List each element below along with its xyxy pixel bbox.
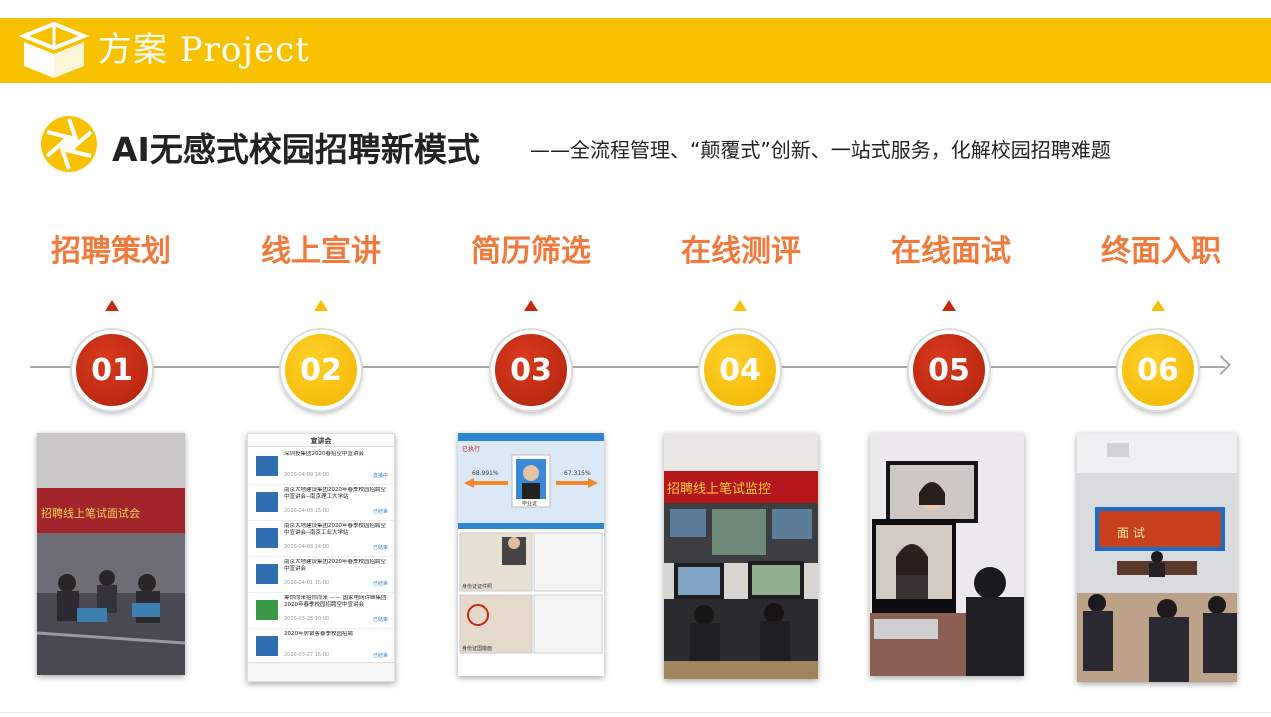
- bottom-divider: [0, 712, 1271, 713]
- photo-online-interview: [870, 433, 1024, 676]
- photo-label: 毕业证: [522, 500, 537, 507]
- presentation-date: 2020-03-27 15:00: [284, 652, 330, 658]
- company-logo-icon: [256, 636, 278, 656]
- presentation-status: 已结束: [372, 545, 388, 551]
- step-pointer-2: [314, 300, 328, 311]
- step-label-6: 终面入职: [1101, 234, 1221, 269]
- company-logo-icon: [256, 528, 278, 548]
- id-back-label: 身份证国徽面: [462, 645, 492, 652]
- step-pointer-1: [105, 300, 119, 311]
- top-strip: [0, 0, 1271, 18]
- step-label-3: 简历筛选: [471, 234, 591, 269]
- id-front-label: 身份证证件照: [462, 583, 492, 590]
- header-title: 方案 Project: [98, 30, 310, 70]
- step-pointer-5: [942, 300, 956, 311]
- photo4-banner-text: 招聘线上笔试监控: [667, 481, 771, 497]
- presentation-date: 2020-04-03 15:00: [284, 508, 330, 514]
- phone-screen-title: 宣讲会: [310, 437, 332, 445]
- box-logo-icon: [18, 22, 90, 78]
- step-label-4: 在线测评: [681, 234, 801, 269]
- presentation-title: 南京大地建设集团2020年春季校园招聘空中宣讲会: [284, 559, 386, 572]
- step-number-2: 02: [281, 330, 361, 410]
- presentation-title: 深圳投集团2020春招空中宣讲会: [284, 451, 364, 457]
- presentation-status: 已结束: [372, 653, 388, 659]
- step-number-6: 06: [1118, 330, 1198, 410]
- presentation-title: 南京大地建设集团2020年春季校园招聘空中宣讲会--南京理工大学站: [284, 487, 386, 500]
- presentation-item[interactable]: 南京大地建设集团2020年春季校园招聘空中宣讲会 2020-04-01 15:00…: [248, 556, 394, 593]
- phone-tab-bar: [248, 662, 394, 681]
- company-logo-icon: [256, 600, 278, 620]
- presentation-title: 2020年房银客春季校园招聘: [284, 631, 353, 637]
- step-label-5: 在线面试: [891, 234, 1011, 269]
- presentation-status: 已结束: [372, 617, 388, 623]
- step-pointer-4: [733, 300, 747, 311]
- presentation-item[interactable]: 筹你而来招你而来 —— 国家电网许继集团2020年春季校园招聘空中宣讲会 2020…: [248, 592, 394, 629]
- presentation-date: 2020-04-01 15:00: [284, 580, 330, 586]
- presentation-title: 南京大地建设集团2020年春季校园招聘空中宣讲会--南京工业大学站: [284, 523, 386, 536]
- step-number-4: 04: [700, 330, 780, 410]
- photo-online-assessment: 招聘线上笔试监控: [664, 433, 818, 679]
- presentation-date: 2020-03-28 10:00: [284, 616, 330, 622]
- presentation-status: 已结束: [372, 581, 388, 587]
- match-left-pct: 68.991%: [472, 470, 499, 477]
- company-logo-icon: [256, 456, 278, 476]
- step-label-1: 招聘策划: [51, 234, 171, 269]
- presentation-status: 已结束: [372, 509, 388, 515]
- company-logo-icon: [256, 564, 278, 584]
- presentation-item[interactable]: 南京大地建设集团2020年春季校园招聘空中宣讲会--南京理工大学站 2020-04…: [248, 484, 394, 521]
- match-right-pct: 67.315%: [564, 470, 591, 477]
- step-label-2: 线上宣讲: [261, 234, 381, 269]
- photo6-screen-text: 面 试: [1117, 525, 1145, 540]
- photo-resume-screening: 已执行 68.991% 67.315% 毕业证 身份证证件照 身份证国徽面: [458, 433, 604, 676]
- step-number-3: 03: [491, 330, 571, 410]
- presentation-status: 直播中: [372, 473, 388, 479]
- presentation-date: 2020-04-09 14:00: [284, 472, 330, 478]
- timeline-arrow-icon: [1211, 355, 1231, 375]
- svg-text:已执行: 已执行: [462, 445, 480, 453]
- photo1-banner-text: 招聘线上笔试面试会: [41, 506, 140, 520]
- presentation-title: 筹你而来招你而来 —— 国家电网许继集团2020年春季校园招聘空中宣讲会: [284, 595, 387, 608]
- presentation-item[interactable]: 南京大地建设集团2020年春季校园招聘空中宣讲会--南京工业大学站 2020-04…: [248, 520, 394, 557]
- photo-online-presentation: 宣讲会 深圳投集团2020春招空中宣讲会 2020-04-09 14:00 直播中南…: [247, 433, 395, 682]
- presentation-item[interactable]: 深圳投集团2020春招空中宣讲会 2020-04-09 14:00 直播中: [248, 448, 394, 485]
- step-pointer-6: [1151, 300, 1165, 311]
- photo-recruitment-planning: 招聘线上笔试面试会: [37, 433, 185, 675]
- section-subtitle: ——全流程管理、“颠覆式”创新、一站式服务，化解校园招聘难题: [530, 138, 1111, 162]
- company-logo-icon: [256, 492, 278, 512]
- presentation-item[interactable]: 2020年房银客春季校园招聘 2020-03-27 15:00 已结束: [248, 628, 394, 665]
- step-pointer-3: [524, 300, 538, 311]
- step-number-5: 05: [909, 330, 989, 410]
- aperture-icon: [41, 116, 97, 172]
- photo-final-interview: 面 试: [1077, 433, 1237, 682]
- timeline-line: [30, 366, 1225, 368]
- step-number-1: 01: [72, 330, 152, 410]
- section-title: AI无感式校园招聘新模式: [112, 130, 480, 169]
- presentation-date: 2020-04-03 14:00: [284, 544, 330, 550]
